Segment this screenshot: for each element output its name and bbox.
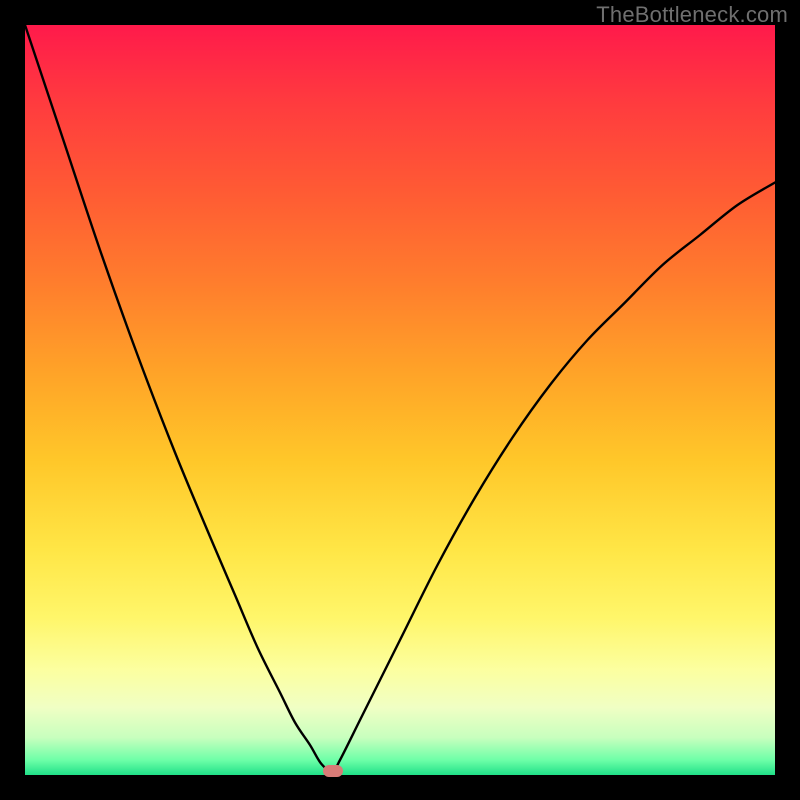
watermark-text: TheBottleneck.com — [596, 2, 788, 28]
optimum-marker — [323, 765, 343, 777]
chart-frame: TheBottleneck.com — [0, 0, 800, 800]
bottleneck-curve — [25, 25, 775, 775]
chart-plot-area — [25, 25, 775, 775]
